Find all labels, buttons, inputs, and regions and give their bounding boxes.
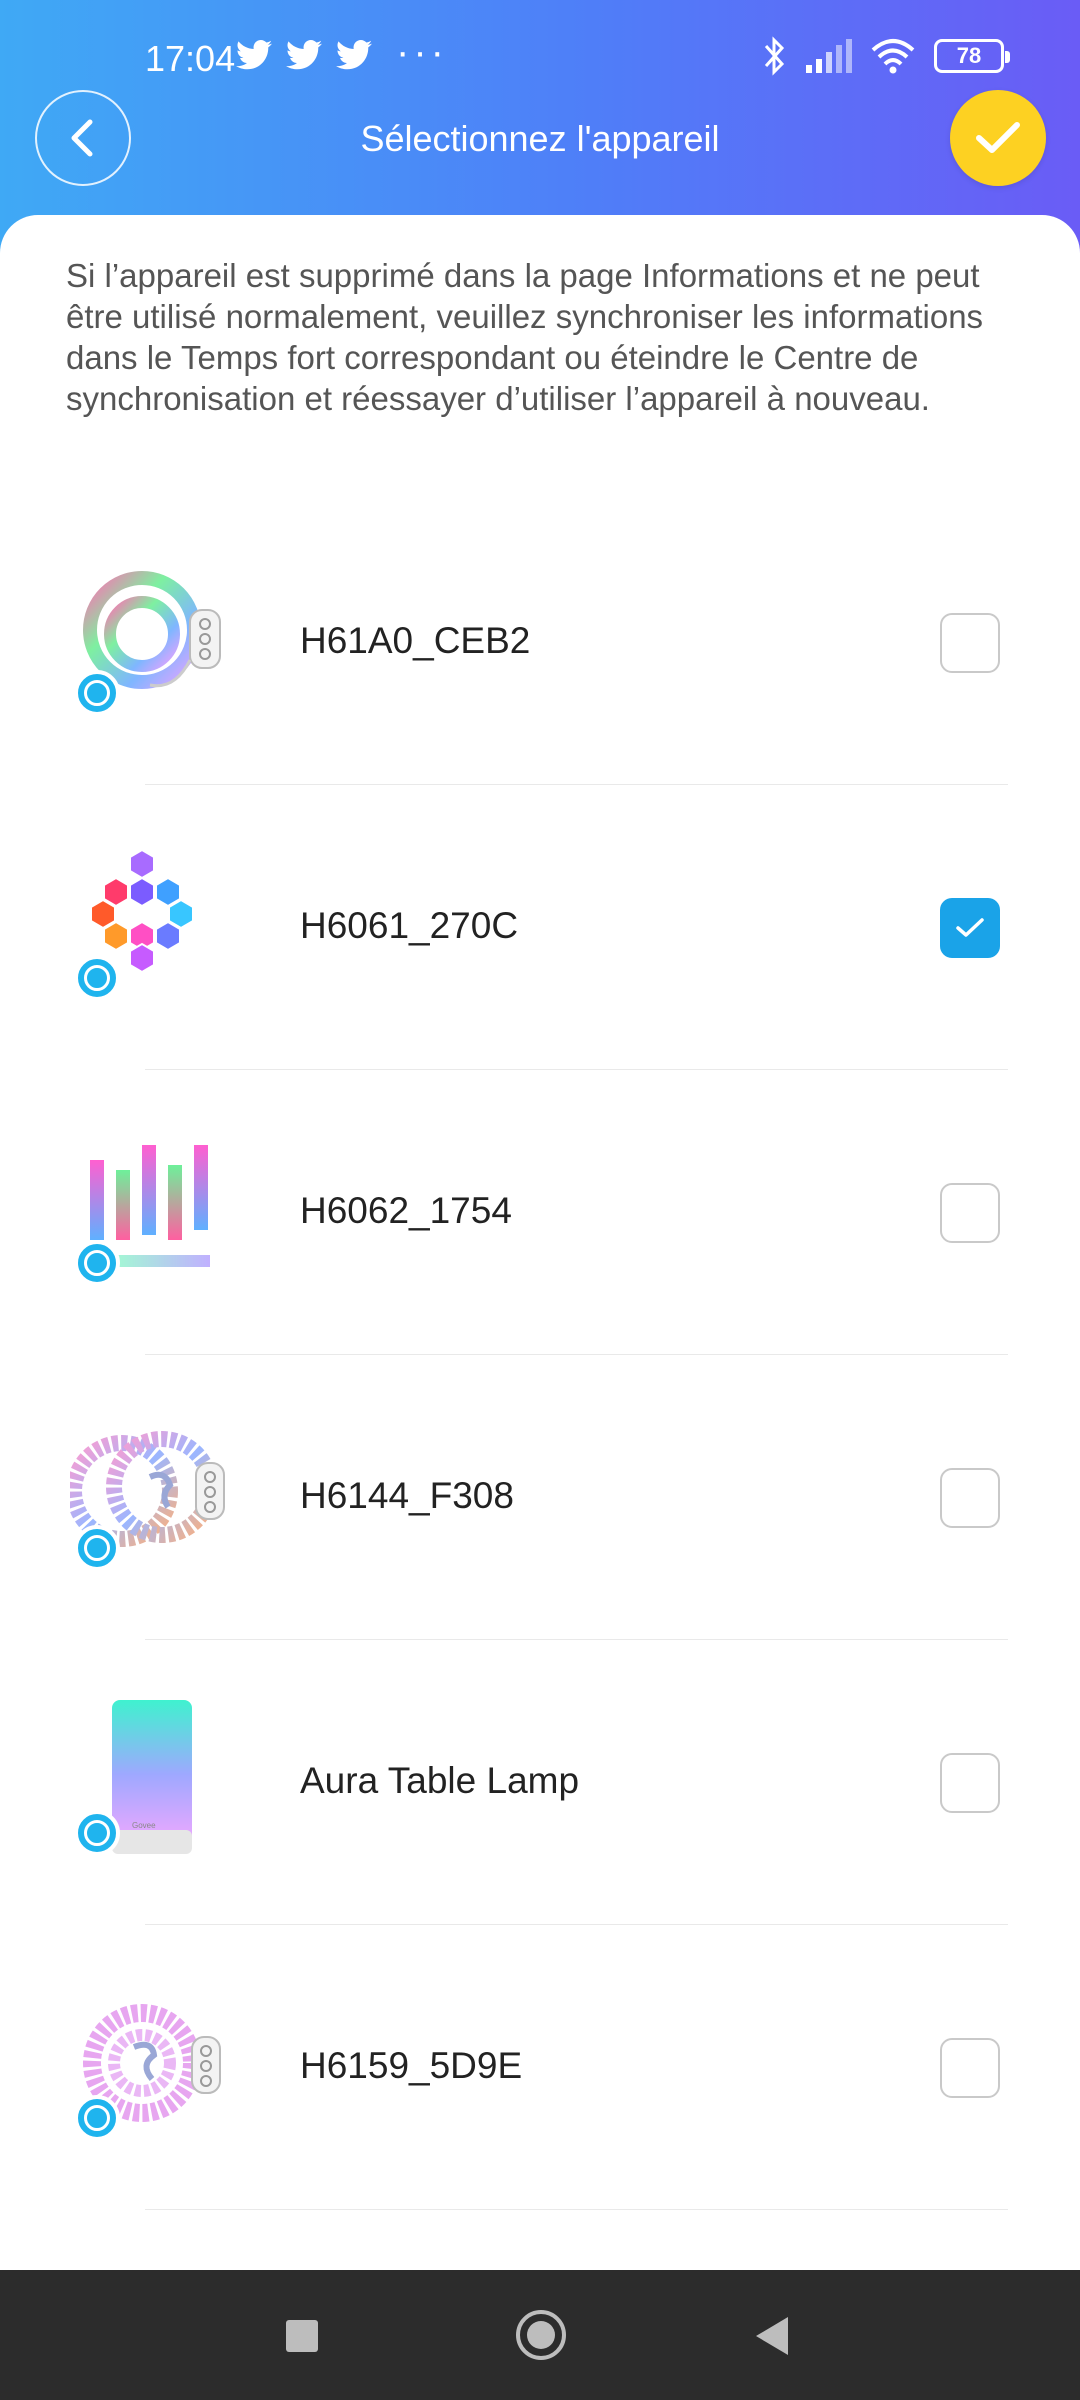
twitter-icon xyxy=(236,40,272,70)
alexa-icon xyxy=(74,1810,120,1856)
device-row[interactable]: H6062_1754 xyxy=(0,1070,1080,1355)
content-panel: Si l’appareil est supprimé dans la page … xyxy=(0,215,1080,2270)
twitter-icon xyxy=(286,40,322,70)
notice-text: Si l’appareil est supprimé dans la page … xyxy=(66,257,984,417)
more-notifications-icon: ··· xyxy=(396,30,448,74)
wifi-icon xyxy=(871,39,915,74)
led-strip-reels-icon xyxy=(66,1415,230,1575)
device-name: H6159_5D9E xyxy=(300,2045,523,2086)
status-time: 17:04 xyxy=(145,38,236,79)
device-checkbox[interactable] xyxy=(940,898,1000,958)
device-row[interactable]: H61A0_CEB2 xyxy=(0,500,1080,785)
recent-apps-button[interactable] xyxy=(286,2320,318,2352)
device-row[interactable]: H6061_270C xyxy=(0,785,1080,1070)
device-checkbox[interactable] xyxy=(940,1753,1000,1813)
device-checkbox[interactable] xyxy=(940,1183,1000,1243)
home-button[interactable] xyxy=(516,2310,566,2360)
device-name: H6144_F308 xyxy=(300,1475,514,1516)
alexa-icon xyxy=(74,955,120,1001)
system-back-button[interactable] xyxy=(756,2317,788,2355)
table-lamp-icon: Govee xyxy=(70,1700,230,1860)
twitter-icon xyxy=(336,40,372,70)
device-name: H6062_1754 xyxy=(300,1190,512,1231)
device-row[interactable]: H6159_5D9E xyxy=(0,1925,1080,2210)
top-nav: Sélectionnez l'appareil xyxy=(0,90,1080,190)
device-checkbox[interactable] xyxy=(940,613,1000,673)
notification-icons xyxy=(236,40,372,70)
device-row[interactable]: H6144_F308 xyxy=(0,1355,1080,1640)
device-name: H61A0_CEB2 xyxy=(300,620,531,661)
light-bars-icon xyxy=(70,1130,230,1290)
bluetooth-icon xyxy=(764,36,785,76)
rgb-strip-coil-icon xyxy=(70,560,230,720)
alexa-icon xyxy=(74,670,120,716)
device-list: H61A0_CEB2 H6061_270C H6062_1754 H6144_F… xyxy=(0,500,1080,2210)
hexagon-panels-icon xyxy=(70,845,230,1005)
device-row[interactable]: Govee Aura Table Lamp xyxy=(0,1640,1080,1925)
svg-text:Govee: Govee xyxy=(132,1821,156,1830)
page-title: Sélectionnez l'appareil xyxy=(360,118,720,159)
confirm-button[interactable] xyxy=(950,90,1046,186)
cellular-signal-icon xyxy=(806,39,852,73)
battery-icon: 78 xyxy=(934,39,1010,73)
device-name: H6061_270C xyxy=(300,905,519,946)
alexa-icon xyxy=(74,1240,120,1286)
led-strip-reel-icon xyxy=(70,1985,230,2145)
device-checkbox[interactable] xyxy=(940,1468,1000,1528)
alexa-icon xyxy=(74,1525,120,1571)
battery-level: 78 xyxy=(956,43,982,68)
checkmark-icon xyxy=(976,122,1020,153)
device-checkbox[interactable] xyxy=(940,2038,1000,2098)
checkmark-icon xyxy=(956,918,984,937)
system-status-icons: 78 xyxy=(762,36,1010,76)
system-nav-bar xyxy=(0,2270,1080,2400)
alexa-icon xyxy=(74,2095,120,2141)
device-name: Aura Table Lamp xyxy=(300,1760,580,1801)
